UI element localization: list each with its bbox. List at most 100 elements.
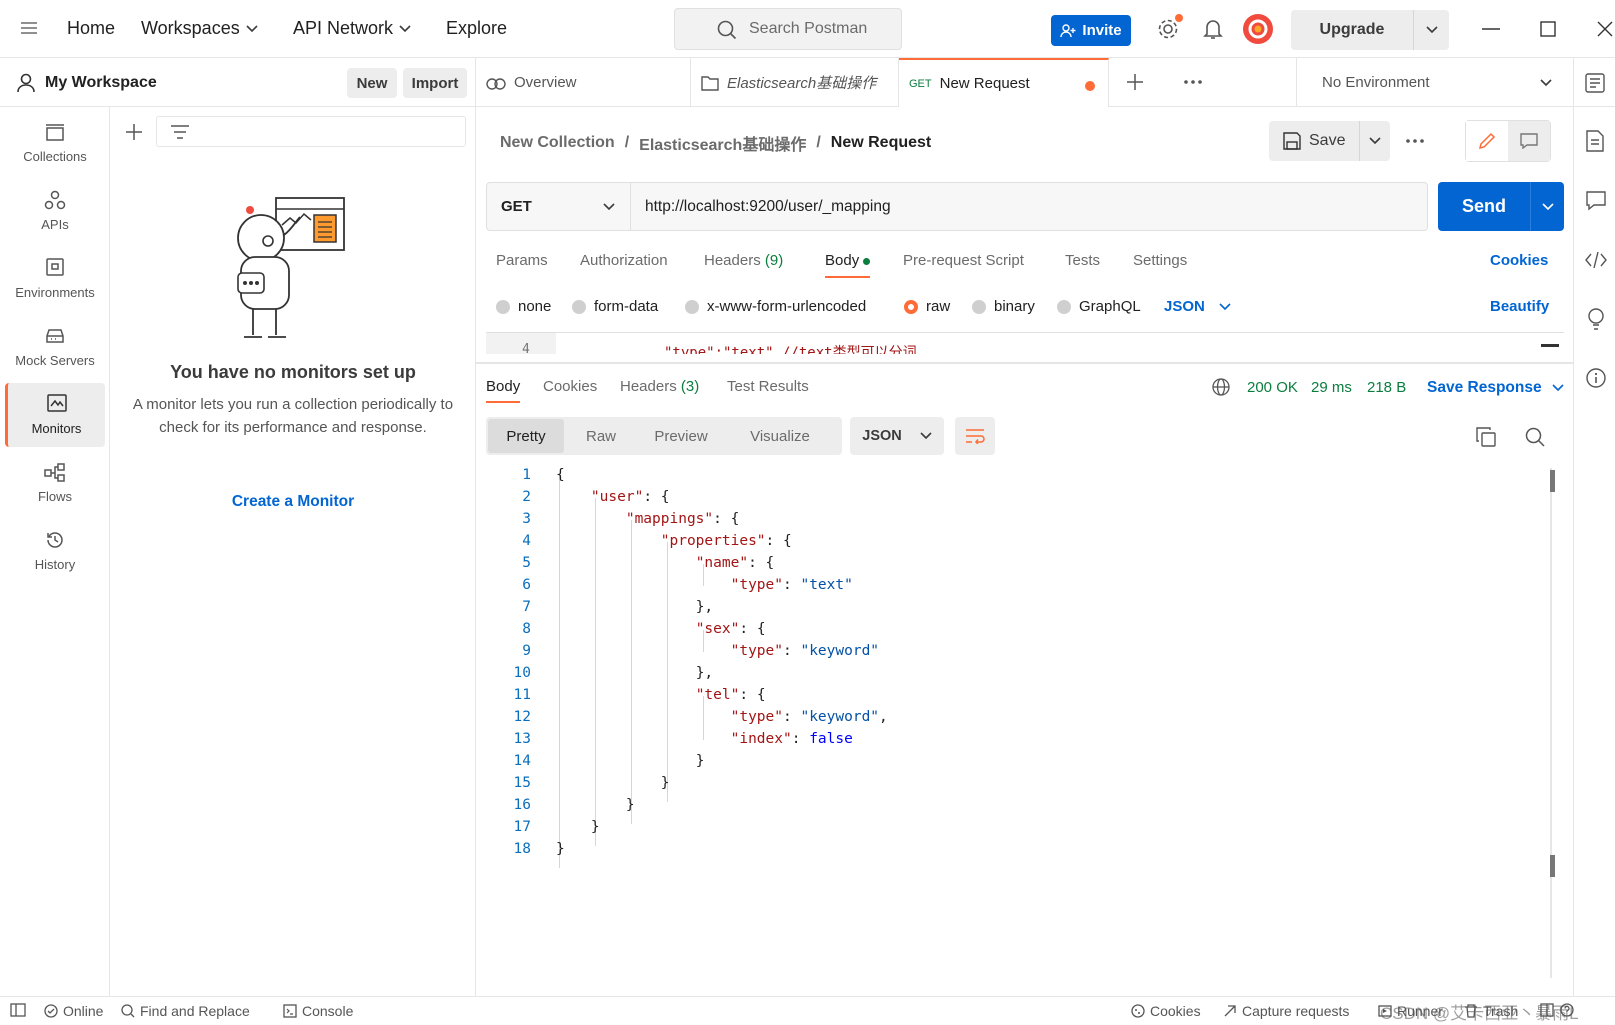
body-type-urlencoded[interactable]: x-www-form-urlencoded [685, 298, 866, 315]
response-tab-headers[interactable]: Headers (3) [620, 378, 699, 395]
console-button[interactable]: Console [283, 1003, 353, 1019]
response-status[interactable]: 200 OK [1247, 379, 1298, 396]
breadcrumb-folder[interactable]: Elasticsearch基础操作 [639, 131, 806, 155]
sidebar-item-monitors[interactable]: Monitors [5, 383, 105, 447]
view-tab-raw[interactable]: Raw [566, 417, 636, 455]
body-type-graphql[interactable]: GraphQL [1057, 298, 1141, 315]
toggle-sidebar-icon[interactable] [10, 1003, 26, 1017]
comments-icon[interactable] [1586, 191, 1606, 211]
unsaved-dot[interactable] [1085, 81, 1095, 91]
nav-explore[interactable]: Explore [446, 18, 507, 39]
upgrade-button[interactable]: Upgrade [1291, 10, 1449, 50]
more-tabs-icon[interactable] [1184, 80, 1202, 84]
add-monitor-icon[interactable] [126, 124, 142, 140]
filter-input[interactable] [156, 116, 466, 147]
response-format-select[interactable]: JSON [850, 417, 944, 455]
breadcrumb-collection[interactable]: New Collection [500, 134, 615, 152]
breadcrumb-request[interactable]: New Request [831, 134, 931, 152]
method-select[interactable]: GET [487, 183, 631, 230]
sidebar-item-flows[interactable]: Flows [5, 451, 105, 515]
sidebar-item-collections[interactable]: Collections [5, 111, 105, 175]
search-response-icon[interactable] [1525, 427, 1545, 447]
code-snippet-icon[interactable] [1585, 251, 1607, 269]
sidebar-item-apis[interactable]: APIs [5, 179, 105, 243]
body-format-select[interactable]: JSON [1164, 298, 1231, 315]
notification-dot [1175, 14, 1183, 22]
close-window-icon[interactable] [1597, 21, 1613, 37]
lightbulb-icon[interactable] [1587, 308, 1605, 330]
body-type-binary[interactable]: binary [972, 298, 1035, 315]
comment-mode-icon[interactable] [1508, 121, 1550, 161]
tab-overview[interactable]: Overview [476, 58, 691, 107]
tab-collection[interactable]: Elasticsearch基础操作 [691, 58, 899, 107]
capture-requests-button[interactable]: Capture requests [1223, 1003, 1349, 1019]
new-button[interactable]: New [347, 68, 397, 98]
save-button[interactable]: Save [1269, 121, 1359, 161]
request-body-editor[interactable]: 4 "type":"text" //text类型可以分词 [486, 332, 1564, 354]
invite-button[interactable]: Invite [1051, 15, 1131, 46]
create-monitor-link[interactable]: Create a Monitor [110, 493, 476, 511]
info-icon[interactable] [1586, 368, 1606, 388]
response-tab-cookies[interactable]: Cookies [543, 378, 597, 395]
view-tab-pretty[interactable]: Pretty [488, 419, 564, 453]
nav-api-network[interactable]: API Network [293, 18, 411, 39]
find-replace-button[interactable]: Find and Replace [121, 1003, 250, 1019]
body-type-form-data[interactable]: form-data [572, 298, 658, 315]
tab-tests[interactable]: Tests [1065, 252, 1100, 269]
user-icon [17, 73, 35, 93]
edit-pencil-icon[interactable] [1466, 121, 1508, 161]
environment-quick-look-icon[interactable] [1585, 73, 1605, 93]
postman-avatar-icon[interactable] [1242, 13, 1274, 45]
beautify-link[interactable]: Beautify [1490, 298, 1549, 315]
cookies-link[interactable]: Cookies [1490, 252, 1548, 269]
url-input[interactable]: http://localhost:9200/user/_mapping [645, 198, 891, 216]
response-size[interactable]: 218 B [1367, 379, 1406, 396]
sidebar-item-mock-servers[interactable]: Mock Servers [5, 315, 105, 379]
nav-workspaces[interactable]: Workspaces [141, 18, 258, 39]
sidebar-item-environments[interactable]: Environments [5, 247, 105, 311]
chevron-down-icon [399, 24, 411, 32]
import-button[interactable]: Import [403, 68, 467, 98]
documentation-icon[interactable] [1586, 130, 1604, 152]
body-type-none[interactable]: none [496, 298, 551, 315]
copy-icon[interactable] [1476, 427, 1496, 447]
menu-icon[interactable] [20, 20, 38, 36]
upgrade-dropdown-chevron-icon[interactable] [1414, 26, 1449, 34]
sidebar-item-history[interactable]: History [5, 519, 105, 583]
minimize-icon[interactable] [1482, 28, 1500, 30]
environment-selector[interactable]: No Environment [1296, 58, 1576, 107]
line-text: "type": "keyword", [730, 709, 888, 725]
response-body-viewer[interactable]: 1 {2 "user": {3 "mappings": {4 "propertie… [486, 467, 1555, 978]
request-more-icon[interactable] [1406, 139, 1424, 143]
response-time[interactable]: 29 ms [1311, 379, 1352, 396]
view-tab-visualize[interactable]: Visualize [728, 417, 832, 455]
maximize-icon[interactable] [1540, 21, 1556, 37]
pane-divider[interactable] [476, 362, 1573, 364]
response-tab-test-results[interactable]: Test Results [727, 378, 809, 395]
settings-gear-icon[interactable] [1157, 14, 1183, 40]
body-type-raw[interactable]: raw [904, 298, 950, 315]
bell-icon[interactable] [1203, 18, 1223, 40]
globe-icon[interactable] [1212, 378, 1230, 396]
scrollbar-thumb[interactable] [1550, 470, 1555, 492]
tab-new-request[interactable]: GET New Request [899, 58, 1109, 107]
send-dropdown-chevron-icon[interactable] [1531, 202, 1564, 211]
tab-settings[interactable]: Settings [1133, 252, 1187, 269]
tab-params[interactable]: Params [496, 252, 548, 269]
tab-body[interactable]: Body [825, 252, 871, 278]
workspace-title[interactable]: My Workspace [45, 74, 157, 92]
response-tab-body[interactable]: Body [486, 378, 521, 403]
cookies-button[interactable]: Cookies [1131, 1003, 1201, 1019]
new-tab-icon[interactable] [1127, 74, 1143, 90]
save-response-button[interactable]: Save Response [1427, 379, 1564, 397]
send-button[interactable]: Send [1438, 182, 1530, 231]
view-tab-preview[interactable]: Preview [636, 417, 726, 455]
wrap-lines-icon[interactable] [955, 417, 995, 455]
save-dropdown-chevron-icon[interactable] [1360, 137, 1390, 145]
tab-prerequest-script[interactable]: Pre-request Script [903, 252, 1024, 269]
tab-authorization[interactable]: Authorization [580, 252, 668, 269]
online-status[interactable]: Online [44, 1003, 103, 1019]
nav-home[interactable]: Home [67, 18, 115, 39]
tab-headers[interactable]: Headers (9) [704, 252, 783, 269]
search-input[interactable]: Search Postman [674, 8, 902, 50]
